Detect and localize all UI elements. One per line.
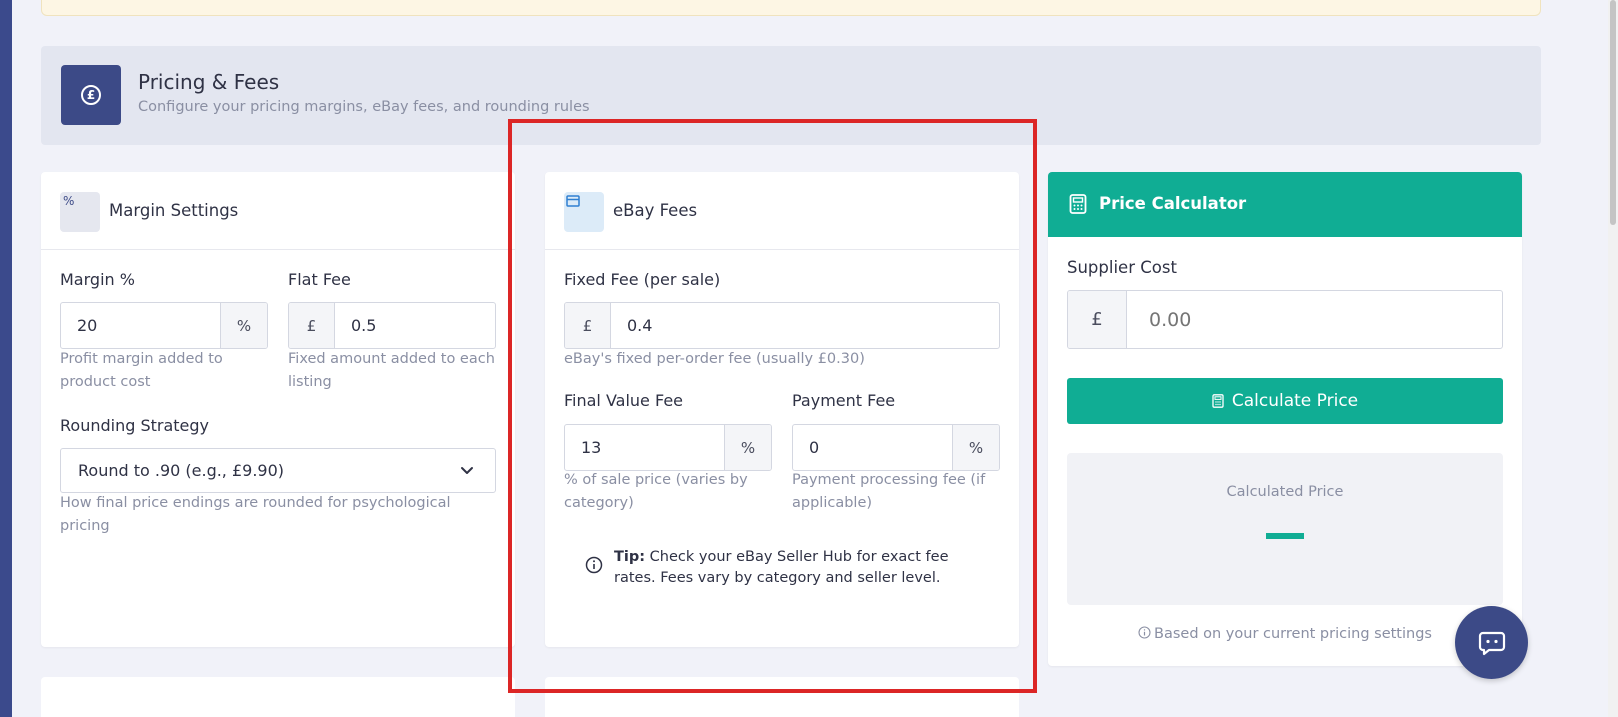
fixed-fee-input[interactable] [611,303,999,348]
final-value-fee-input-group: % [564,424,772,471]
final-value-fee-label: Final Value Fee [564,391,683,410]
card-title: eBay Fees [613,201,698,220]
percent-suffix: % [220,303,267,348]
next-card-partial [41,677,515,717]
fixed-fee-label: Fixed Fee (per sale) [564,270,721,289]
margin-help: Profit margin added to product cost [60,351,223,390]
calculate-price-button[interactable]: Calculate Price [1067,378,1503,424]
margin-settings-card: % Margin Settings Margin % % Profit marg… [41,172,515,647]
payment-fee-input[interactable] [793,425,952,470]
calculator-icon [1212,394,1224,408]
flat-fee-help: Fixed amount added to each listing [288,351,495,390]
rounding-select[interactable]: Round to .90 (e.g., £9.90) [60,448,496,493]
sidebar-edge [0,0,12,717]
fixed-fee-help: eBay's fixed per-order fee (usually £0.3… [564,351,865,367]
supplier-cost-input[interactable] [1127,291,1502,348]
payment-fee-input-group: % [792,424,1000,471]
price-calculator-card: Price Calculator Supplier Cost £ Calcula… [1048,172,1522,666]
chat-widget-button[interactable] [1455,606,1528,679]
calculator-header: Price Calculator [1048,172,1522,237]
calculator-icon [1069,194,1087,214]
ebay-fees-card: eBay Fees Fixed Fee (per sale) £ eBay's … [545,172,1019,647]
pricing-fees-header: £ Pricing & Fees Configure your pricing … [41,46,1541,145]
percent-icon: % [60,192,100,232]
rounding-selected-value: Round to .90 (e.g., £9.90) [78,461,285,480]
payment-fee-label: Payment Fee [792,391,896,410]
pound-prefix: £ [1068,291,1127,348]
top-alert-panel [41,0,1541,16]
final-value-fee-help: % of sale price (varies by category) [564,472,748,511]
percent-suffix: % [724,425,771,470]
margin-label: Margin % [60,270,135,289]
calculator-title: Price Calculator [1099,194,1247,213]
pound-prefix: £ [565,303,611,348]
calculator-footer-note: Based on your current pricing settings [1048,626,1522,642]
flat-fee-label: Flat Fee [288,270,351,289]
fees-tip: Tip: Check your eBay Seller Hub for exac… [585,547,975,589]
supplier-cost-label: Supplier Cost [1067,258,1177,277]
calculated-price-placeholder [1266,533,1304,539]
percent-suffix: % [952,425,999,470]
calculated-price-label: Calculated Price [1226,484,1344,500]
supplier-cost-input-group: £ [1067,290,1503,349]
tip-text: Check your eBay Seller Hub for exact fee… [614,549,949,586]
credit-card-icon [564,192,604,232]
next-card-partial [545,677,1019,717]
card-header: eBay Fees [545,172,1019,250]
pound-prefix: £ [289,303,335,348]
calculate-price-label: Calculate Price [1231,391,1359,411]
final-value-fee-input[interactable] [565,425,724,470]
info-icon [1138,626,1151,639]
card-header: % Margin Settings [41,172,515,250]
fixed-fee-input-group: £ [564,302,1000,349]
section-subtitle: Configure your pricing margins, eBay fee… [138,99,590,115]
payment-fee-help: Payment processing fee (if applicable) [792,472,986,511]
tip-bold: Tip: [614,549,646,565]
rounding-label: Rounding Strategy [60,416,210,435]
scrollbar-thumb[interactable] [1610,0,1616,225]
section-title: Pricing & Fees [138,70,280,94]
pound-coin-icon: £ [61,65,121,125]
margin-input-group: % [60,302,268,349]
calculated-price-box: Calculated Price [1067,453,1503,605]
page-scrollbar[interactable] [1608,0,1618,717]
margin-input[interactable] [61,303,220,348]
card-title: Margin Settings [109,201,239,220]
chat-icon [1478,631,1505,655]
info-icon [585,556,603,574]
rounding-help: How final price endings are rounded for … [60,495,451,534]
chevron-down-icon [461,467,473,474]
flat-fee-input[interactable] [335,303,495,348]
flat-fee-input-group: £ [288,302,496,349]
